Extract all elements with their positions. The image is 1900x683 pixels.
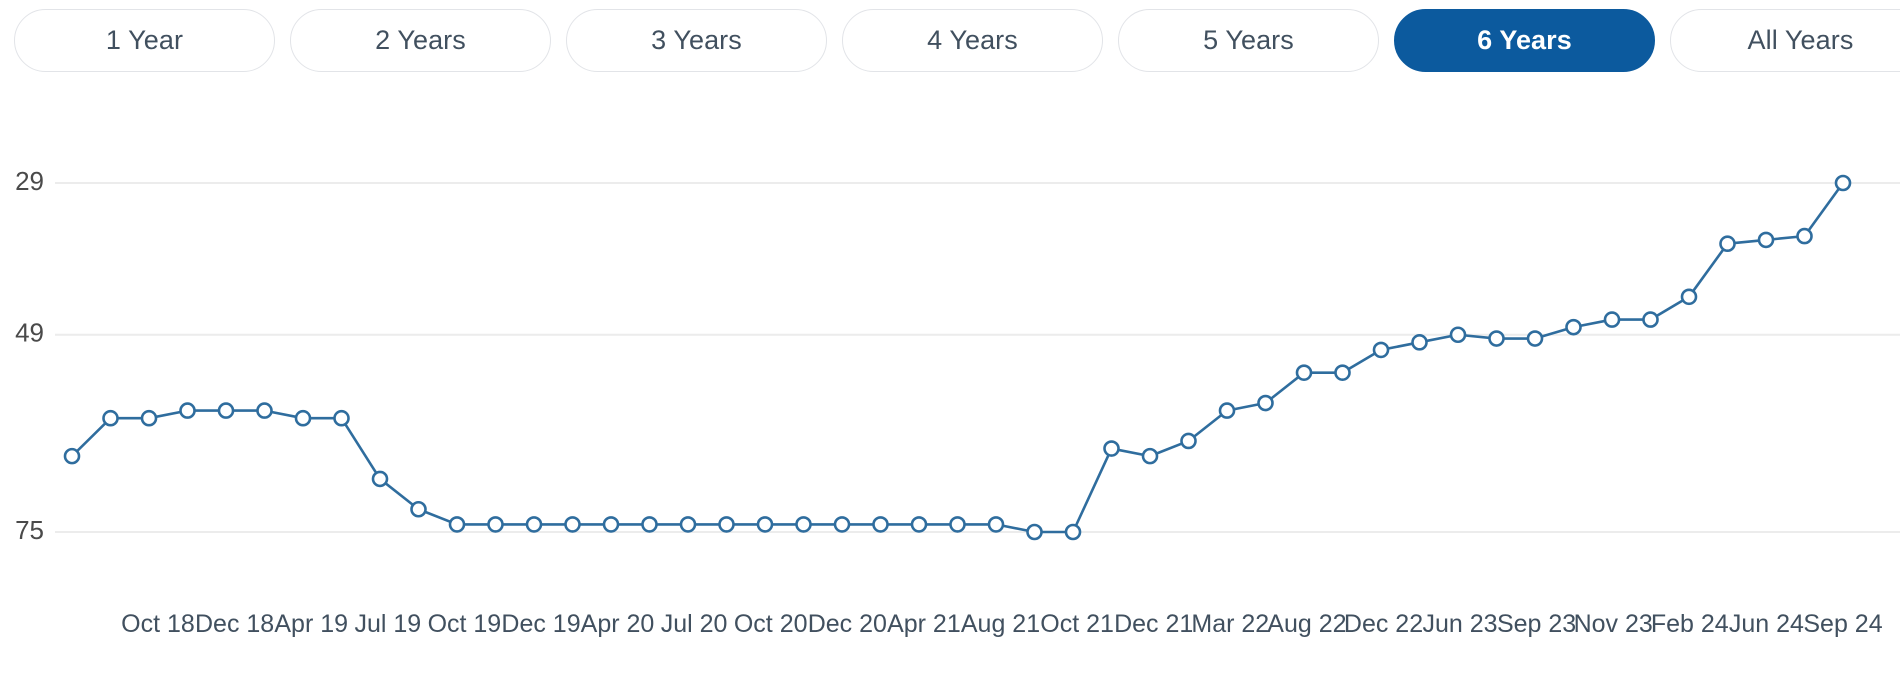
data-point[interactable]	[63, 447, 81, 465]
data-point[interactable]	[102, 409, 119, 427]
y-axis-labels: 29 49 75	[15, 166, 44, 545]
data-point[interactable]	[1026, 523, 1043, 541]
data-point[interactable]	[1834, 174, 1852, 192]
data-point[interactable]	[1064, 523, 1082, 541]
data-point[interactable]	[1488, 330, 1505, 347]
x-axis-tick: Jun 23	[1422, 610, 1497, 638]
range-option-5-years[interactable]: 5 Years	[1118, 9, 1379, 72]
x-axis-tick: Oct 20	[734, 610, 808, 638]
range-option-6-years[interactable]: 6 Years	[1394, 9, 1655, 72]
data-point[interactable]	[1719, 235, 1736, 252]
data-point[interactable]	[1526, 330, 1544, 347]
data-point[interactable]	[987, 516, 1005, 533]
y-axis-tick: 29	[15, 166, 44, 196]
data-point[interactable]	[1103, 440, 1120, 457]
x-axis-tick: Dec 22	[1344, 610, 1423, 638]
chart-plot-area: 294975 Oct 18 Dec 18 Apr 19 Jul 19 Oct 19 Dec…	[15, 166, 1900, 638]
data-point[interactable]	[140, 409, 158, 427]
x-axis-tick: Dec 18	[195, 610, 274, 638]
x-axis-tick: Apr 19	[274, 610, 348, 638]
data-point[interactable]	[718, 516, 735, 533]
data-point[interactable]	[795, 516, 812, 533]
data-point[interactable]	[179, 402, 196, 419]
x-axis-tick: Oct 19	[428, 610, 502, 638]
data-point[interactable]	[410, 500, 427, 518]
data-point[interactable]	[1257, 394, 1274, 412]
data-point[interactable]	[1680, 288, 1698, 306]
x-axis-tick: Jun 24	[1729, 610, 1804, 638]
x-axis-tick: Nov 23	[1574, 610, 1653, 638]
data-point[interactable]	[217, 402, 235, 419]
range-option-1-year[interactable]: 1 Year	[14, 9, 275, 72]
data-point[interactable]	[1141, 447, 1159, 465]
data-point[interactable]	[564, 516, 581, 533]
x-axis-tick: Mar 22	[1191, 610, 1269, 638]
data-point[interactable]	[910, 516, 928, 533]
x-axis-tick: Dec 21	[1114, 610, 1193, 638]
data-point[interactable]	[487, 516, 504, 533]
data-point[interactable]	[1180, 432, 1197, 450]
x-axis-tick: Jul 20	[661, 610, 728, 638]
x-axis-tick: Oct 18	[121, 610, 195, 638]
data-point[interactable]	[448, 516, 466, 533]
x-axis-tick: Apr 20	[581, 610, 655, 638]
x-axis-tick: Aug 22	[1267, 610, 1346, 638]
x-axis-labels: Oct 18 Dec 18 Apr 19 Jul 19 Oct 19 Dec 19 Apr …	[121, 610, 1883, 638]
data-point[interactable]	[641, 516, 658, 533]
data-point[interactable]	[371, 470, 389, 488]
data-point[interactable]	[1334, 364, 1351, 381]
x-axis-tick: Jul 19	[354, 610, 421, 638]
data-point[interactable]	[1449, 326, 1467, 344]
range-option-3-years[interactable]: 3 Years	[566, 9, 827, 72]
data-point[interactable]	[872, 516, 889, 533]
range-option-2-years[interactable]: 2 Years	[290, 9, 551, 72]
x-axis-tick: Dec 19	[501, 610, 580, 638]
rank-history-chart: 29 49 75 Oct 18 Dec 18 Apr 19 Jul 19 Oct 19 Dec…	[0, 86, 1900, 683]
data-point[interactable]	[1796, 227, 1813, 245]
data-point[interactable]	[1218, 402, 1236, 419]
x-axis-tick: Sep 24	[1803, 610, 1882, 638]
x-axis-tick: Apr 21	[887, 610, 961, 638]
range-selector: 1 Year 2 Years 3 Years 4 Years 5 Years 6 Year…	[0, 0, 1900, 86]
data-point[interactable]	[833, 516, 851, 533]
data-point[interactable]	[1372, 341, 1390, 359]
series-line-rank	[70, 181, 1845, 534]
data-point[interactable]	[1565, 318, 1582, 336]
y-axis-tick: 75	[15, 515, 44, 545]
data-point[interactable]	[679, 516, 697, 533]
data-point[interactable]	[333, 409, 350, 427]
x-axis-tick: Feb 24	[1651, 610, 1729, 638]
x-axis-tick: Dec 20	[808, 610, 887, 638]
data-point[interactable]	[1411, 334, 1428, 351]
range-option-4-years[interactable]: 4 Years	[842, 9, 1103, 72]
series-markers	[63, 174, 1852, 541]
data-point[interactable]	[1603, 311, 1621, 328]
data-point[interactable]	[602, 516, 620, 533]
data-point[interactable]	[949, 516, 966, 533]
x-axis-tick: Aug 21	[961, 610, 1040, 638]
x-axis-tick: Sep 23	[1497, 610, 1576, 638]
data-point[interactable]	[525, 516, 543, 533]
data-point[interactable]	[256, 402, 273, 419]
data-point[interactable]	[756, 516, 774, 533]
data-point[interactable]	[1757, 231, 1775, 249]
data-point[interactable]	[1295, 364, 1313, 381]
gridlines	[55, 182, 1900, 533]
x-axis-tick: Oct 21	[1040, 610, 1114, 638]
data-point[interactable]	[294, 409, 312, 427]
range-option-all-years[interactable]: All Years	[1670, 9, 1900, 72]
y-axis-tick: 49	[15, 318, 44, 348]
data-point[interactable]	[1642, 311, 1659, 328]
